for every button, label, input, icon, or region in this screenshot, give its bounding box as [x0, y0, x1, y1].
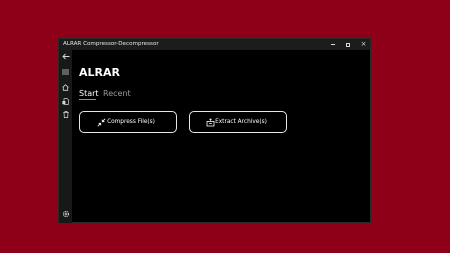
maximize-button[interactable] — [340, 39, 355, 50]
maximize-icon — [345, 42, 350, 47]
title-bar[interactable]: ALRAR Compressor-Decompressor × — [59, 39, 370, 50]
menu-button[interactable] — [59, 66, 72, 77]
minimize-button[interactable] — [325, 39, 340, 50]
gear-icon — [62, 210, 69, 217]
tab-recent[interactable]: Recent — [103, 89, 131, 98]
nav-trash[interactable] — [59, 109, 72, 120]
back-arrow-icon — [61, 53, 69, 60]
extract-archives-button[interactable]: Extract Archive(s) — [189, 111, 287, 133]
back-button[interactable] — [59, 51, 72, 62]
hamburger-menu-icon — [62, 69, 69, 74]
nav-home[interactable] — [59, 82, 72, 93]
close-icon: × — [360, 40, 367, 48]
app-window: ALRAR Compressor-Decompressor × ALRAR St… — [58, 38, 371, 223]
archive-file-icon — [62, 98, 69, 105]
page-title: ALRAR — [79, 66, 120, 79]
window-title: ALRAR Compressor-Decompressor — [63, 41, 159, 47]
navigation-rail — [59, 50, 72, 223]
compress-files-button[interactable]: Compress File(s) — [79, 111, 177, 133]
extract-archives-label: Extract Archive(s) — [215, 119, 267, 125]
settings-button[interactable] — [59, 208, 72, 219]
compress-files-label: Compress File(s) — [107, 119, 155, 125]
selected-tab-indicator — [79, 98, 96, 100]
home-icon — [62, 84, 69, 91]
close-button[interactable]: × — [356, 39, 371, 50]
nav-archives[interactable] — [59, 96, 72, 107]
minimize-icon — [330, 44, 335, 45]
tab-start[interactable]: Start — [79, 89, 99, 98]
trash-icon — [62, 111, 69, 118]
